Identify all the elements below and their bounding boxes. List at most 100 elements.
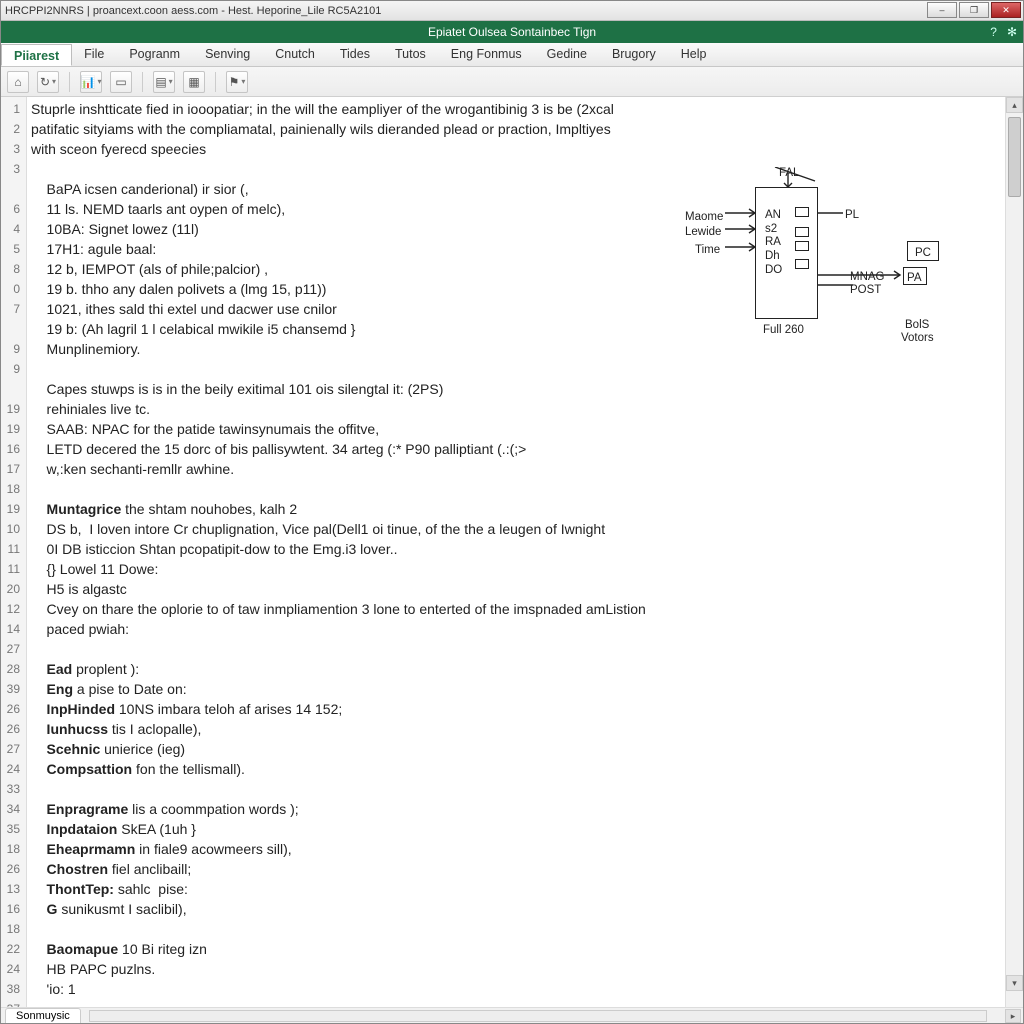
toolbar: ⌂ ↻▾ 📊▾ ▭ ▤▾ ▦ ⚑▾	[1, 67, 1023, 97]
diagram-rb2: Votors	[901, 328, 934, 348]
editor-line: with sceon fyerecd speecies	[31, 139, 999, 159]
editor-line: 0I DB isticcion Shtan pcopatipit-dow to …	[31, 539, 999, 559]
scroll-thumb[interactable]	[1008, 117, 1021, 197]
gutter-line-number: 24	[1, 759, 26, 779]
editor-line: {} Lowel 11 Dowe:	[31, 559, 999, 579]
editor-line: SAAB: NPAC for the patide tawinsynumais …	[31, 419, 999, 439]
gutter-line-number: 18	[1, 479, 26, 499]
editor-line: Inpdataion SkEA (1uh }	[31, 819, 999, 839]
titlebar-text: HRCPPI2NNRS | proancext.coon aess.com - …	[5, 5, 381, 17]
menu-cnutch[interactable]: Cnutch	[263, 43, 328, 66]
scroll-up-icon[interactable]: ▴	[1006, 97, 1023, 113]
tool-refresh-icon[interactable]: ↻▾	[37, 71, 59, 93]
gutter-line-number: 3	[1, 139, 26, 159]
gutter-line-number: 10	[1, 519, 26, 539]
editor-line: InpHinded 10NS imbara teloh af arises 14…	[31, 699, 999, 719]
menu-piiarest[interactable]: Piiarest	[1, 44, 72, 66]
editor-line: 'io: 1	[31, 979, 999, 999]
ribbon-title: Epiatet Oulsea Sontainbec Tign	[428, 25, 596, 39]
menu-tutos[interactable]: Tutos	[383, 43, 439, 66]
editor-line: Muntagrice the shtam nouhobes, kalh 2	[31, 499, 999, 519]
diagram-inner5: DO	[765, 260, 782, 280]
maximize-button[interactable]: ❐	[959, 2, 989, 18]
gutter-line-number: 18	[1, 919, 26, 939]
gutter-line-number: 33	[1, 779, 26, 799]
close-button[interactable]: ✕	[991, 2, 1021, 18]
sheet-tab[interactable]: Sonmuysic	[5, 1008, 81, 1023]
menu-file[interactable]: File	[72, 43, 117, 66]
gutter-line-number: 0	[1, 279, 26, 299]
tool-home-icon[interactable]: ⌂	[7, 71, 29, 93]
diagram-label-top: FAL	[779, 163, 799, 183]
diagram-left-bot: Time	[695, 240, 720, 260]
minimize-button[interactable]: –	[927, 2, 957, 18]
ribbon-titlebar: Epiatet Oulsea Sontainbec Tign ? ✻	[1, 21, 1023, 43]
gutter-line-number: 8	[1, 259, 26, 279]
gutter-line-number	[1, 319, 26, 339]
gutter-line-number: 9	[1, 359, 26, 379]
vertical-scrollbar[interactable]: ▴ ▾	[1005, 97, 1023, 1007]
menu-brugory[interactable]: Brugory	[600, 43, 669, 66]
editor-line	[31, 999, 999, 1007]
workspace: 1233645807991919161718191011112012142728…	[1, 97, 1023, 1007]
gutter-line-number: 16	[1, 439, 26, 459]
gutter-line-number: 24	[1, 959, 26, 979]
gutter-line-number: 12	[1, 599, 26, 619]
gutter-line-number: 28	[1, 659, 26, 679]
gutter-line-number: 11	[1, 559, 26, 579]
diagram-right-box-label: PC	[915, 243, 931, 263]
hscroll-track[interactable]	[89, 1010, 987, 1022]
help-icon[interactable]: ?	[990, 25, 997, 39]
editor-line: Eheaprmamn in fiale9 acowmeers sill),	[31, 839, 999, 859]
menu-tides[interactable]: Tides	[328, 43, 383, 66]
options-icon[interactable]: ✻	[1007, 25, 1017, 39]
gutter-line-number: 19	[1, 399, 26, 419]
editor-line	[31, 919, 999, 939]
toolbar-separator	[215, 72, 216, 92]
gutter-line-number: 27	[1, 739, 26, 759]
editor-line: Chostren fiel anclibaill;	[31, 859, 999, 879]
gutter-line-number: 26	[1, 699, 26, 719]
editor-area[interactable]: Stuprle inshtticate fied in iooopatiar; …	[27, 97, 1005, 1007]
tool-flag-icon[interactable]: ⚑▾	[226, 71, 248, 93]
gutter-line-number: 17	[1, 459, 26, 479]
line-gutter: 1233645807991919161718191011112012142728…	[1, 97, 27, 1007]
menu-pogranm[interactable]: Pogranm	[117, 43, 193, 66]
menu-help[interactable]: Help	[669, 43, 720, 66]
horizontal-scrollbar[interactable]: Sonmuysic ▸	[1, 1007, 1023, 1023]
gutter-line-number	[1, 179, 26, 199]
gutter-line-number: 27	[1, 639, 26, 659]
gutter-line-number: 7	[1, 299, 26, 319]
app-window: HRCPPI2NNRS | proancext.coon aess.com - …	[0, 0, 1024, 1024]
editor-line: Enpragrame lis a coommpation words );	[31, 799, 999, 819]
editor-line: Scehnic unierice (ieg)	[31, 739, 999, 759]
diagram-port	[795, 241, 809, 251]
scroll-right-icon[interactable]: ▸	[1005, 1009, 1021, 1023]
editor-line: LETD decered the 15 dorc of bis pallisyw…	[31, 439, 999, 459]
diagram-right-top: PL	[845, 205, 859, 225]
editor-line: HB PAPC puzlns.	[31, 959, 999, 979]
tool-list-icon[interactable]: ▤▾	[153, 71, 175, 93]
editor-line: Capes stuwps is is in the beily exitimal…	[31, 379, 999, 399]
diagram-port	[795, 227, 809, 237]
menu-eng fonmus[interactable]: Eng Fonmus	[439, 43, 535, 66]
diagram-left-mid: Lewide	[685, 222, 721, 242]
tool-grid-icon[interactable]: ▦	[183, 71, 205, 93]
gutter-line-number: 2	[1, 119, 26, 139]
editor-line: rehiniales live tc.	[31, 399, 999, 419]
editor-line	[31, 639, 999, 659]
editor-line: Cvey on thare the oplorie to of taw inmp…	[31, 599, 999, 619]
gutter-line-number: 19	[1, 419, 26, 439]
gutter-line-number: 16	[1, 899, 26, 919]
gutter-line-number: 39	[1, 679, 26, 699]
editor-line: paced pwiah:	[31, 619, 999, 639]
editor-line: DS b, I loven intore Cr chuplignation, V…	[31, 519, 999, 539]
menu-senving[interactable]: Senving	[193, 43, 263, 66]
toolbar-separator	[142, 72, 143, 92]
editor-line: ThontTep: sahlc pise:	[31, 879, 999, 899]
menu-gedine[interactable]: Gedine	[535, 43, 600, 66]
tool-window-icon[interactable]: ▭	[110, 71, 132, 93]
tool-chart-icon[interactable]: 📊▾	[80, 71, 102, 93]
editor-line: Stuprle inshtticate fied in iooopatiar; …	[31, 99, 999, 119]
scroll-down-icon[interactable]: ▾	[1006, 975, 1023, 991]
